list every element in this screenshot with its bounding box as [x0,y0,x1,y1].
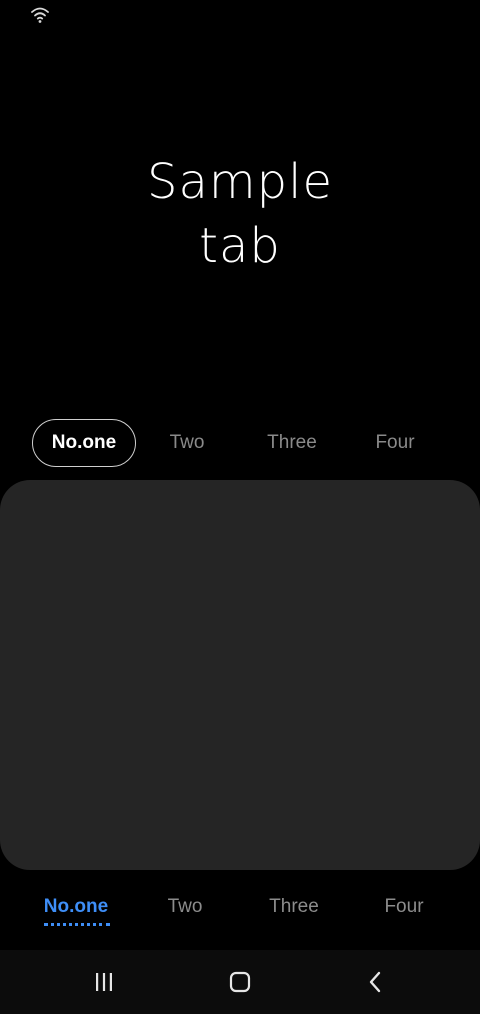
page-title: Sample tab [0,150,480,278]
bottom-tab-four[interactable]: Four [362,892,446,922]
status-bar [0,0,480,30]
home-icon [229,971,251,993]
recent-apps-icon [96,973,112,991]
home-button[interactable] [220,962,260,1002]
page-title-line-2: tab [199,218,281,274]
bottom-tab-bar: No.one Two Three Four [0,886,480,932]
tab-content-card [0,480,480,870]
top-tab-two[interactable]: Two [146,419,228,467]
wifi-icon [31,7,49,23]
bottom-tab-no-one[interactable]: No.one [30,892,122,922]
selected-tab-indicator [44,923,110,926]
top-tab-four[interactable]: Four [352,419,438,467]
back-button[interactable] [356,962,396,1002]
top-tab-no-one[interactable]: No.one [32,419,136,467]
top-tab-three[interactable]: Three [246,419,338,467]
page-title-line-1: Sample [147,154,333,210]
bottom-tab-three[interactable]: Three [248,892,340,922]
recent-apps-button[interactable] [84,962,124,1002]
navigation-bar [0,950,480,1014]
top-tab-bar: No.one Two Three Four [32,419,448,467]
bottom-tab-two[interactable]: Two [144,892,226,922]
back-icon [369,971,381,993]
